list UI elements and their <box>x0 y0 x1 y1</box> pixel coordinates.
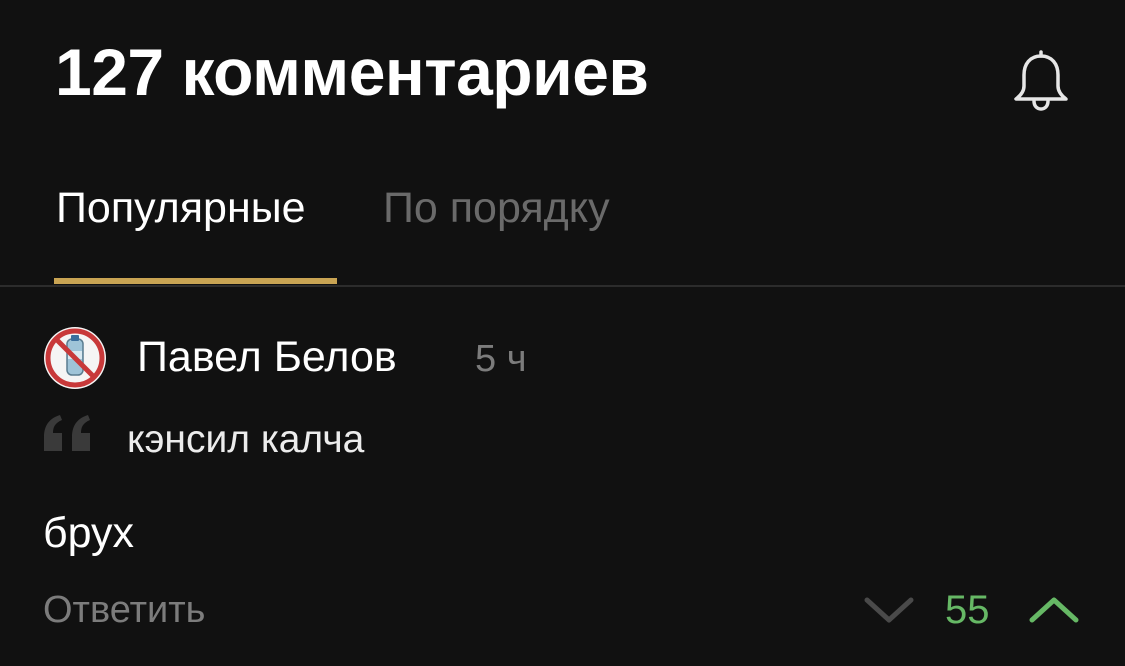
page-title: 127 комментариев <box>55 35 649 109</box>
quoted-text: кэнсил калча <box>127 418 365 461</box>
active-tab-indicator <box>54 278 337 284</box>
comment-timestamp: 5 ч <box>475 338 527 380</box>
vote-score: 55 <box>945 588 990 632</box>
avatar[interactable] <box>42 325 108 391</box>
comments-screen: 127 комментариев Популярные По порядку П… <box>0 0 1125 666</box>
reply-button[interactable]: Ответить <box>43 586 205 634</box>
tab-popular[interactable]: Популярные <box>56 178 306 238</box>
chevron-down-icon[interactable] <box>862 592 916 628</box>
chevron-up-icon[interactable] <box>1027 592 1081 628</box>
tab-in-order[interactable]: По порядку <box>383 178 610 238</box>
comment-author[interactable]: Павел Белов <box>137 330 397 384</box>
comment-sort-tabs: Популярные По порядку <box>0 178 1125 287</box>
comment-text: брух <box>43 509 135 557</box>
bell-icon[interactable] <box>1008 48 1074 114</box>
quote-icon <box>44 415 90 451</box>
